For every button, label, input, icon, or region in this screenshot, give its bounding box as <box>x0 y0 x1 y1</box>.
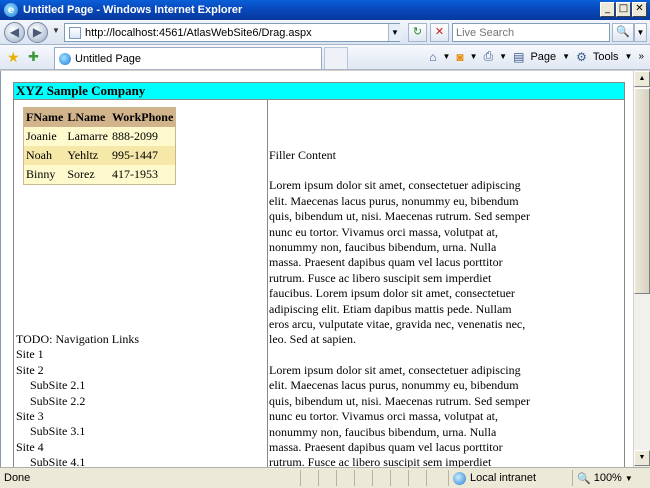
table-cell: Joanie <box>26 129 57 143</box>
scroll-up-button[interactable]: ▲ <box>634 71 650 87</box>
print-icon[interactable]: ⎙ <box>484 49 494 64</box>
column-header: WorkPhone <box>109 107 176 127</box>
status-panel <box>390 470 408 486</box>
favorites-star-icon[interactable]: ★ <box>7 49 20 66</box>
table-cell: Lamarre <box>67 129 108 143</box>
status-panel <box>300 470 318 486</box>
vertical-scrollbar[interactable]: ▲ ▼ <box>633 71 650 467</box>
table-row: Binny Sorez 417-1953 <box>24 165 176 185</box>
table-cell: 995-1447 <box>109 146 176 165</box>
globe-icon <box>453 471 466 485</box>
column-divider <box>267 99 268 467</box>
more-commands-icon[interactable]: » <box>638 51 644 62</box>
page-menu-icon: ▤ <box>513 49 525 64</box>
search-options-dropdown-icon[interactable]: ▼ <box>634 23 647 42</box>
table-row: Noah Yehltz 995-1447 <box>23 146 176 165</box>
window-title: Untitled Page - Windows Internet Explore… <box>23 4 243 16</box>
tools-dropdown-icon[interactable]: ▼ <box>625 52 633 61</box>
nav-title: TODO: Navigation Links <box>16 332 140 346</box>
nav-link-site-3[interactable]: Site 3 <box>16 409 139 424</box>
nav-link-subsite-2-1[interactable]: SubSite 2.1 <box>16 378 139 393</box>
table-cell: Binny <box>26 167 56 181</box>
window-title-bar[interactable]: e Untitled Page - Windows Internet Explo… <box>0 0 650 20</box>
tab-label: Untitled Page <box>75 52 142 65</box>
status-panel <box>336 470 354 486</box>
status-panel <box>426 470 444 486</box>
tools-menu[interactable]: Tools <box>593 51 619 63</box>
stop-button[interactable]: ✕ <box>430 23 449 42</box>
table-cell: Sorez <box>67 167 95 181</box>
ie-logo-icon: e <box>4 3 18 17</box>
history-dropdown-icon[interactable]: ▼ <box>52 26 60 35</box>
status-text: Done <box>4 472 31 484</box>
nav-link-subsite-4-1[interactable]: SubSite 4.1 <box>16 455 139 467</box>
filler-content: Filler Content Lorem ipsum dolor sit ame… <box>269 148 531 467</box>
search-icon[interactable]: 🔍 <box>612 23 634 42</box>
tab-bar: ★ ✚ Untitled Page ⌂ ▼ ◙ ▼ ⎙ ▼ ▤ Page ▼ ⚙… <box>0 45 650 70</box>
maximize-button[interactable]: □ <box>616 2 631 17</box>
table-cell: 417-1953 <box>111 167 158 181</box>
search-box[interactable] <box>452 23 610 42</box>
feeds-dropdown-icon[interactable]: ▼ <box>470 52 478 61</box>
search-input[interactable] <box>453 25 603 40</box>
page-dropdown-icon[interactable]: ▼ <box>562 52 570 61</box>
feeds-icon[interactable]: ◙ <box>456 50 463 64</box>
back-button[interactable]: ◀ <box>4 22 25 43</box>
tools-gear-icon: ⚙ <box>576 49 587 64</box>
table-cell: 888-2099 <box>111 129 158 143</box>
table-header-row: FName LName WorkPhone <box>23 107 176 127</box>
nav-link-subsite-2-2[interactable]: SubSite 2.2 <box>16 394 139 409</box>
close-button[interactable]: ✕ <box>632 2 647 17</box>
nav-link-site-1[interactable]: Site 1 <box>16 347 139 362</box>
nav-link-site-2[interactable]: Site 2 <box>16 363 139 378</box>
status-panel <box>372 470 390 486</box>
status-panel <box>408 470 426 486</box>
address-dropdown-icon[interactable]: ▼ <box>388 24 401 41</box>
zone-label: Local intranet <box>470 472 537 484</box>
filler-title: Filler Content <box>269 148 336 162</box>
home-icon[interactable]: ⌂ <box>429 50 436 64</box>
status-panel <box>318 470 336 486</box>
security-zone[interactable]: Local intranet <box>448 470 536 486</box>
company-header: XYZ Sample Company <box>13 82 625 100</box>
zoom-control[interactable]: 🔍 100% ▼ <box>572 470 633 486</box>
employee-table: FName LName WorkPhone Joanie Lamarre 888… <box>23 107 177 185</box>
paragraph: Lorem ipsum dolor sit amet, consectetuer… <box>269 362 530 467</box>
tab-untitled-page[interactable]: Untitled Page <box>54 47 322 69</box>
address-bar[interactable] <box>64 23 400 42</box>
forward-button[interactable]: ▶ <box>27 22 48 43</box>
status-panel <box>354 470 372 486</box>
scroll-thumb[interactable] <box>634 88 650 294</box>
status-panels <box>300 470 444 486</box>
table-cell: Noah <box>23 146 66 165</box>
home-dropdown-icon[interactable]: ▼ <box>442 52 450 61</box>
nav-link-site-4[interactable]: Site 4 <box>16 440 139 455</box>
scroll-down-button[interactable]: ▼ <box>634 450 650 466</box>
zoom-dropdown-icon[interactable]: ▼ <box>625 474 633 483</box>
page-menu[interactable]: Page <box>530 51 556 63</box>
minimize-button[interactable]: _ <box>600 2 615 17</box>
column-header: FName <box>23 107 66 127</box>
print-dropdown-icon[interactable]: ▼ <box>499 52 507 61</box>
page-content: XYZ Sample Company FName LName WorkPhone… <box>0 71 633 467</box>
table-cell: Yehltz <box>65 146 110 165</box>
page-icon <box>69 26 81 39</box>
paragraph: Lorem ipsum dolor sit amet, consectetuer… <box>269 178 530 347</box>
navigation-links: TODO: Navigation Links Site 1 Site 2 Sub… <box>16 332 139 467</box>
add-favorites-icon[interactable]: ✚ <box>28 49 39 65</box>
address-input[interactable] <box>85 26 385 39</box>
nav-link-subsite-3-1[interactable]: SubSite 3.1 <box>16 424 139 439</box>
zoom-level: 100% <box>593 472 622 484</box>
status-bar: Done Local intranet 🔍 100% ▼ <box>0 467 650 488</box>
column-header: LName <box>65 107 110 127</box>
zoom-magnifier-icon: 🔍 <box>577 472 591 485</box>
new-tab-button[interactable] <box>324 47 348 69</box>
table-row: Joanie Lamarre 888-2099 <box>24 127 176 146</box>
ie-page-icon <box>59 52 71 65</box>
navigation-bar: ◀ ▶ ▼ ▼ ↻ ✕ 🔍 ▼ <box>0 20 650 45</box>
refresh-button[interactable]: ↻ <box>408 23 427 42</box>
